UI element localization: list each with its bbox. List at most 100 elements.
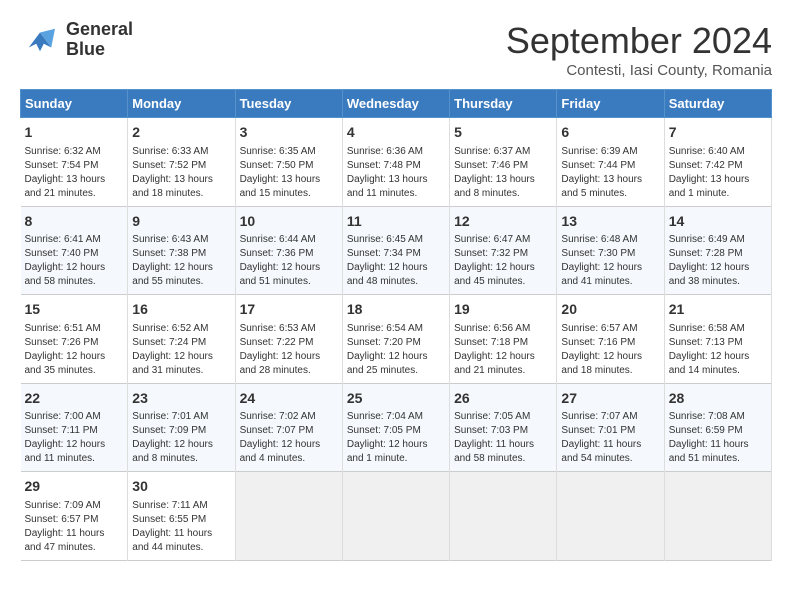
table-row: 12 Sunrise: 6:47 AM Sunset: 7:32 PM Dayl… bbox=[450, 206, 557, 295]
table-row: 26 Sunrise: 7:05 AM Sunset: 7:03 PM Dayl… bbox=[450, 383, 557, 472]
calendar-subtitle: Contesti, Iasi County, Romania bbox=[506, 62, 772, 79]
day-number: 14 bbox=[669, 212, 767, 232]
day-number: 19 bbox=[454, 300, 552, 320]
day-number: 24 bbox=[240, 389, 338, 409]
logo-line2: Blue bbox=[66, 40, 133, 60]
table-row: 17 Sunrise: 6:53 AM Sunset: 7:22 PM Dayl… bbox=[235, 295, 342, 384]
table-row: 4 Sunrise: 6:36 AM Sunset: 7:48 PM Dayli… bbox=[342, 118, 449, 207]
table-row bbox=[557, 472, 664, 561]
day-number: 26 bbox=[454, 389, 552, 409]
day-number: 9 bbox=[132, 212, 230, 232]
table-row: 3 Sunrise: 6:35 AM Sunset: 7:50 PM Dayli… bbox=[235, 118, 342, 207]
sunrise-label: Sunrise: 6:41 AM bbox=[25, 234, 101, 245]
day-number: 3 bbox=[240, 123, 338, 143]
table-row: 28 Sunrise: 7:08 AM Sunset: 6:59 PM Dayl… bbox=[664, 383, 771, 472]
daylight-label: Daylight: 13 hours and 11 minutes. bbox=[347, 174, 428, 199]
table-row: 25 Sunrise: 7:04 AM Sunset: 7:05 PM Dayl… bbox=[342, 383, 449, 472]
day-number: 27 bbox=[561, 389, 659, 409]
day-number: 6 bbox=[561, 123, 659, 143]
sunset-label: Sunset: 6:59 PM bbox=[669, 425, 743, 436]
header-row: Sunday Monday Tuesday Wednesday Thursday… bbox=[21, 90, 772, 118]
table-row: 13 Sunrise: 6:48 AM Sunset: 7:30 PM Dayl… bbox=[557, 206, 664, 295]
daylight-label: Daylight: 12 hours and 28 minutes. bbox=[240, 351, 321, 376]
table-row: 22 Sunrise: 7:00 AM Sunset: 7:11 PM Dayl… bbox=[21, 383, 128, 472]
table-row: 29 Sunrise: 7:09 AM Sunset: 6:57 PM Dayl… bbox=[21, 472, 128, 561]
day-number: 11 bbox=[347, 212, 445, 232]
sunrise-label: Sunrise: 7:05 AM bbox=[454, 411, 530, 422]
daylight-label: Daylight: 12 hours and 35 minutes. bbox=[25, 351, 106, 376]
sunset-label: Sunset: 7:48 PM bbox=[347, 160, 421, 171]
day-number: 23 bbox=[132, 389, 230, 409]
calendar-header: Sunday Monday Tuesday Wednesday Thursday… bbox=[21, 90, 772, 118]
sunset-label: Sunset: 7:18 PM bbox=[454, 337, 528, 348]
sunset-label: Sunset: 7:38 PM bbox=[132, 248, 206, 259]
sunset-label: Sunset: 7:28 PM bbox=[669, 248, 743, 259]
daylight-label: Daylight: 13 hours and 1 minute. bbox=[669, 174, 750, 199]
logo-text: General Blue bbox=[66, 20, 133, 60]
sunrise-label: Sunrise: 6:47 AM bbox=[454, 234, 530, 245]
sunset-label: Sunset: 7:03 PM bbox=[454, 425, 528, 436]
table-row bbox=[664, 472, 771, 561]
sunrise-label: Sunrise: 6:37 AM bbox=[454, 146, 530, 157]
day-number: 17 bbox=[240, 300, 338, 320]
sunrise-label: Sunrise: 6:52 AM bbox=[132, 323, 208, 334]
sunrise-label: Sunrise: 7:01 AM bbox=[132, 411, 208, 422]
day-number: 15 bbox=[25, 300, 124, 320]
table-row: 18 Sunrise: 6:54 AM Sunset: 7:20 PM Dayl… bbox=[342, 295, 449, 384]
day-number: 18 bbox=[347, 300, 445, 320]
sunset-label: Sunset: 7:46 PM bbox=[454, 160, 528, 171]
title-block: September 2024 Contesti, Iasi County, Ro… bbox=[506, 20, 772, 79]
day-number: 1 bbox=[25, 123, 124, 143]
table-row bbox=[235, 472, 342, 561]
sunrise-label: Sunrise: 7:11 AM bbox=[132, 500, 207, 511]
daylight-label: Daylight: 11 hours and 54 minutes. bbox=[561, 439, 641, 464]
sunset-label: Sunset: 7:16 PM bbox=[561, 337, 635, 348]
sunrise-label: Sunrise: 6:53 AM bbox=[240, 323, 316, 334]
sunset-label: Sunset: 7:50 PM bbox=[240, 160, 314, 171]
daylight-label: Daylight: 12 hours and 51 minutes. bbox=[240, 262, 321, 287]
table-row: 8 Sunrise: 6:41 AM Sunset: 7:40 PM Dayli… bbox=[21, 206, 128, 295]
table-row: 23 Sunrise: 7:01 AM Sunset: 7:09 PM Dayl… bbox=[128, 383, 235, 472]
sunset-label: Sunset: 7:26 PM bbox=[25, 337, 99, 348]
daylight-label: Daylight: 12 hours and 14 minutes. bbox=[669, 351, 750, 376]
sunrise-label: Sunrise: 7:02 AM bbox=[240, 411, 316, 422]
day-number: 4 bbox=[347, 123, 445, 143]
table-row: 7 Sunrise: 6:40 AM Sunset: 7:42 PM Dayli… bbox=[664, 118, 771, 207]
table-row: 30 Sunrise: 7:11 AM Sunset: 6:55 PM Dayl… bbox=[128, 472, 235, 561]
sunrise-label: Sunrise: 6:57 AM bbox=[561, 323, 637, 334]
sunset-label: Sunset: 7:54 PM bbox=[25, 160, 99, 171]
col-saturday: Saturday bbox=[664, 90, 771, 118]
col-monday: Monday bbox=[128, 90, 235, 118]
sunrise-label: Sunrise: 6:58 AM bbox=[669, 323, 745, 334]
table-row: 2 Sunrise: 6:33 AM Sunset: 7:52 PM Dayli… bbox=[128, 118, 235, 207]
table-row: 16 Sunrise: 6:52 AM Sunset: 7:24 PM Dayl… bbox=[128, 295, 235, 384]
logo: General Blue bbox=[20, 20, 133, 60]
daylight-label: Daylight: 12 hours and 48 minutes. bbox=[347, 262, 428, 287]
calendar-week-5: 29 Sunrise: 7:09 AM Sunset: 6:57 PM Dayl… bbox=[21, 472, 772, 561]
daylight-label: Daylight: 11 hours and 47 minutes. bbox=[25, 528, 105, 553]
day-number: 28 bbox=[669, 389, 767, 409]
daylight-label: Daylight: 12 hours and 41 minutes. bbox=[561, 262, 642, 287]
sunset-label: Sunset: 6:57 PM bbox=[25, 514, 99, 525]
calendar-title: September 2024 bbox=[506, 20, 772, 62]
table-row: 1 Sunrise: 6:32 AM Sunset: 7:54 PM Dayli… bbox=[21, 118, 128, 207]
sunset-label: Sunset: 7:42 PM bbox=[669, 160, 743, 171]
daylight-label: Daylight: 12 hours and 55 minutes. bbox=[132, 262, 213, 287]
calendar-week-4: 22 Sunrise: 7:00 AM Sunset: 7:11 PM Dayl… bbox=[21, 383, 772, 472]
sunrise-label: Sunrise: 7:07 AM bbox=[561, 411, 637, 422]
table-row: 9 Sunrise: 6:43 AM Sunset: 7:38 PM Dayli… bbox=[128, 206, 235, 295]
daylight-label: Daylight: 13 hours and 5 minutes. bbox=[561, 174, 642, 199]
sunset-label: Sunset: 7:07 PM bbox=[240, 425, 314, 436]
col-sunday: Sunday bbox=[21, 90, 128, 118]
sunset-label: Sunset: 7:40 PM bbox=[25, 248, 99, 259]
daylight-label: Daylight: 12 hours and 21 minutes. bbox=[454, 351, 535, 376]
day-number: 21 bbox=[669, 300, 767, 320]
day-number: 5 bbox=[454, 123, 552, 143]
sunrise-label: Sunrise: 7:09 AM bbox=[25, 500, 101, 511]
sunrise-label: Sunrise: 6:51 AM bbox=[25, 323, 101, 334]
calendar-week-1: 1 Sunrise: 6:32 AM Sunset: 7:54 PM Dayli… bbox=[21, 118, 772, 207]
daylight-label: Daylight: 12 hours and 25 minutes. bbox=[347, 351, 428, 376]
sunrise-label: Sunrise: 6:54 AM bbox=[347, 323, 423, 334]
day-number: 8 bbox=[25, 212, 124, 232]
table-row: 10 Sunrise: 6:44 AM Sunset: 7:36 PM Dayl… bbox=[235, 206, 342, 295]
